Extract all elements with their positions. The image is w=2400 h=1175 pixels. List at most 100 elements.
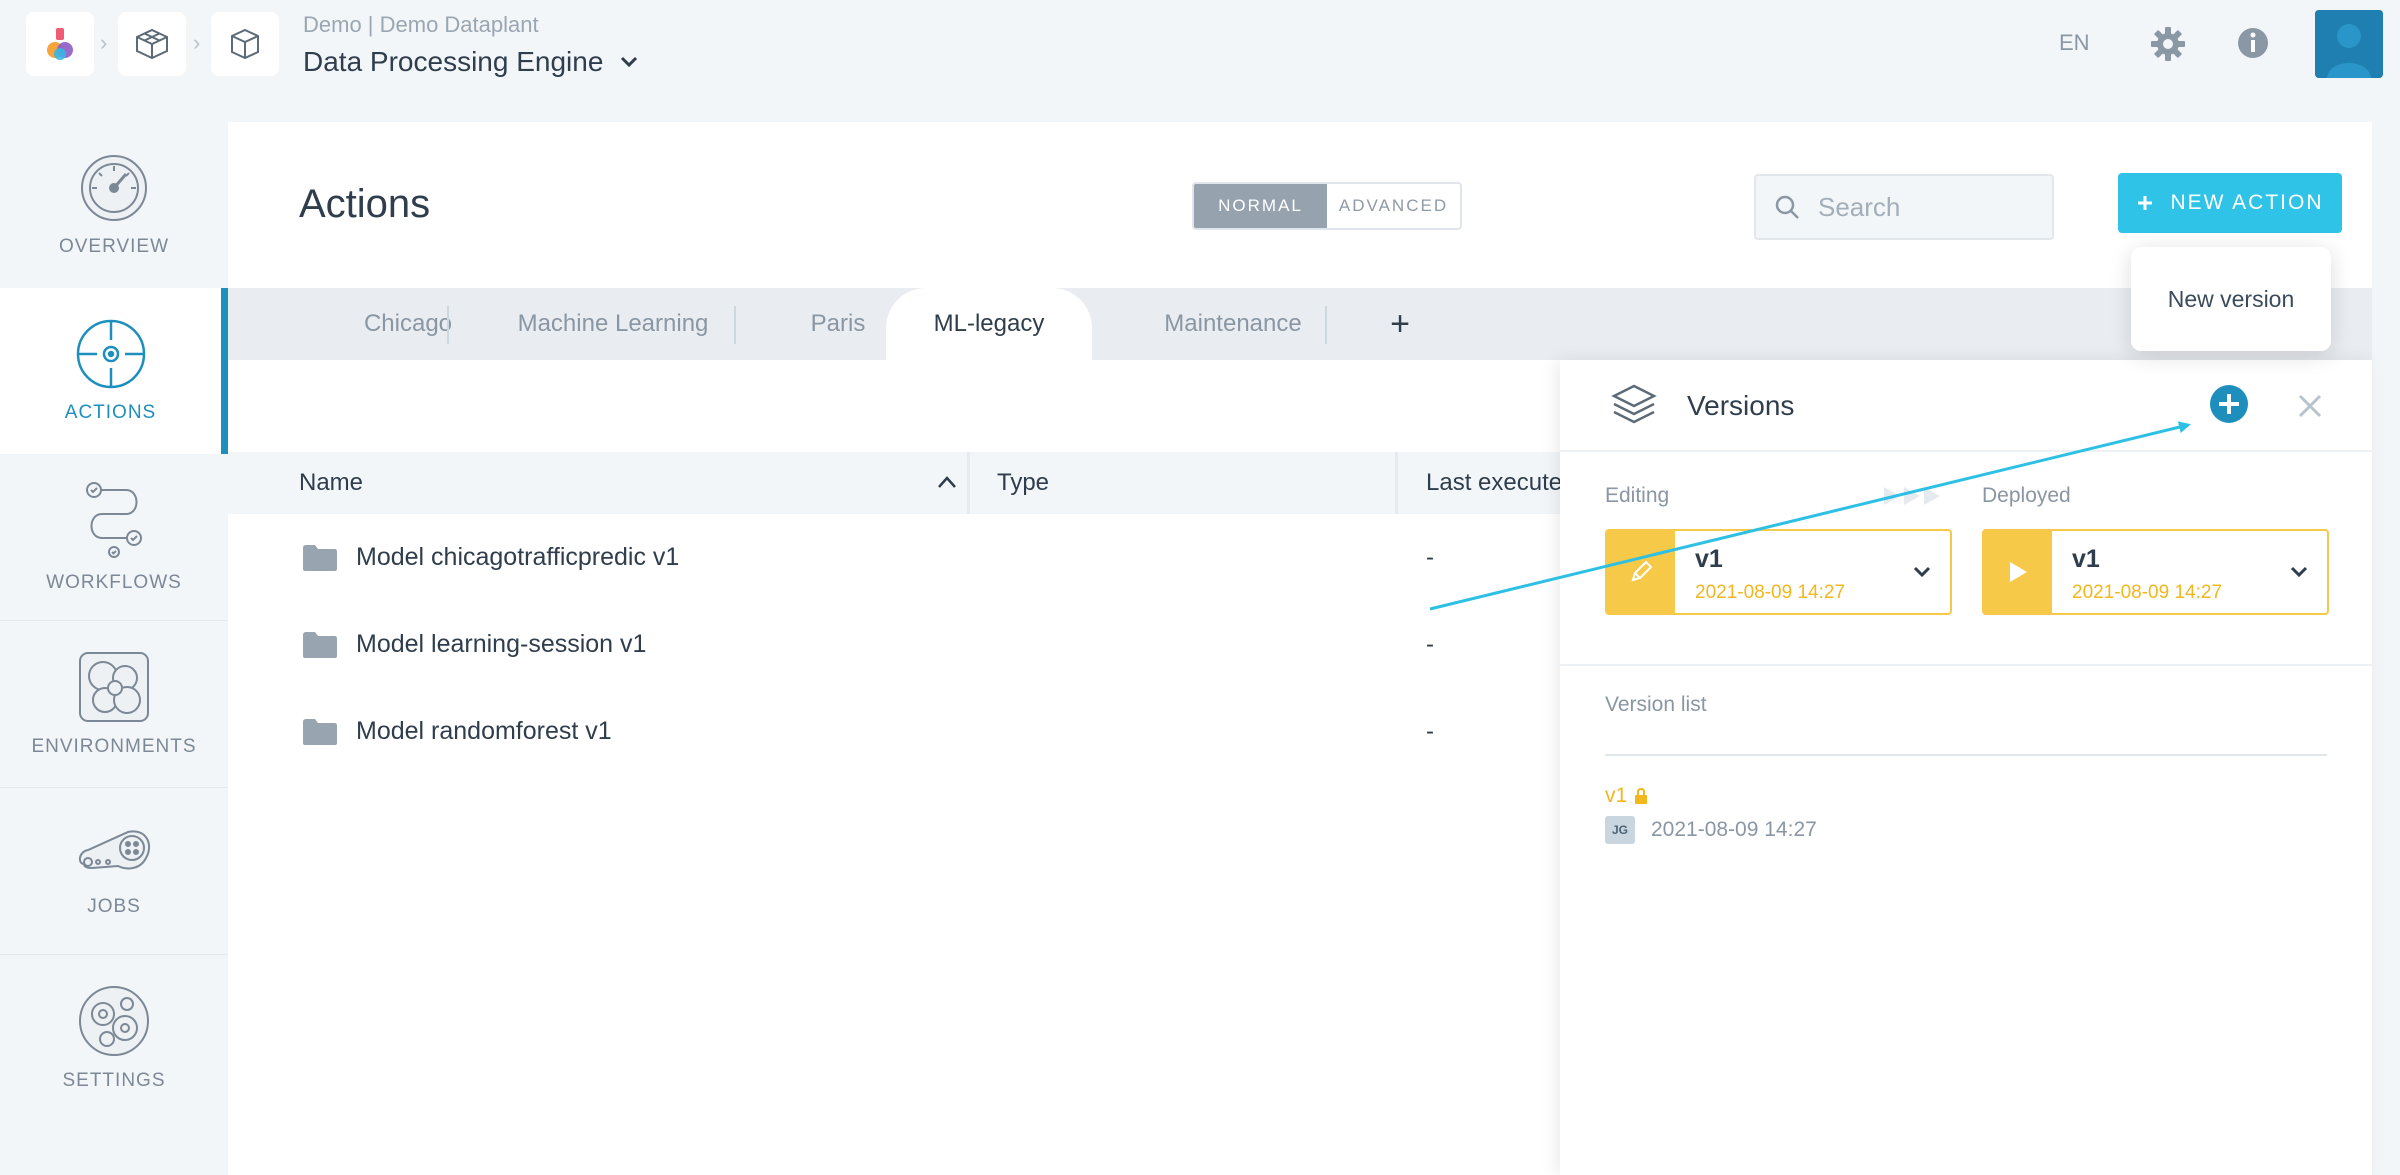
divider (1560, 664, 2372, 666)
chevron-down-icon (621, 56, 638, 68)
versions-header: Versions (1560, 360, 2372, 452)
sidebar-item-label: WORKFLOWS (46, 572, 182, 593)
tab-bar: Chicago Machine Learning Paris ML-legacy… (228, 288, 2372, 360)
versions-panel: Versions Editing Deployed v1 2021-08-09 … (1560, 360, 2372, 1175)
sort-ascending-icon[interactable] (936, 474, 958, 490)
info-icon (2238, 28, 2268, 58)
mode-toggle: NORMAL ADVANCED (1192, 182, 1462, 230)
deployed-version-selector[interactable]: v1 2021-08-09 14:27 (1982, 529, 2329, 615)
breadcrumb-organization[interactable] (118, 12, 186, 76)
editing-label: Editing (1605, 484, 1670, 507)
version-list-label: Version list (1605, 693, 1707, 716)
table-row[interactable]: Model randomforest v1 - (228, 688, 1564, 775)
gauge-icon (81, 155, 147, 221)
sidebar: OVERVIEW ACTIONS WORKFLOWS ENVIRONMENTS (0, 122, 228, 1122)
new-action-label: NEW ACTION (2170, 191, 2324, 214)
deploy-arrow-icon (1884, 487, 1940, 505)
tab-divider (1325, 306, 1327, 344)
sidebar-item-environments[interactable]: ENVIRONMENTS (0, 621, 228, 787)
search-input[interactable] (1818, 191, 2048, 223)
action-name: Model chicagotrafficpredic v1 (356, 543, 680, 571)
action-name: Model randomforest v1 (356, 717, 612, 745)
chevron-down-icon (1913, 566, 1931, 578)
organization-name: Demo | Demo Dataplant (303, 12, 539, 37)
editing-version-selector[interactable]: v1 2021-08-09 14:27 (1605, 529, 1952, 615)
project-name: Data Processing Engine (303, 46, 604, 77)
column-header-label: Last execute (1426, 469, 1563, 496)
plus-circle-icon (2210, 385, 2248, 423)
column-header-label: Type (997, 469, 1050, 496)
editing-version-date: 2021-08-09 14:27 (1695, 582, 1846, 603)
version-item-meta: JG 2021-08-09 14:27 (1605, 816, 1817, 844)
info-button[interactable] (2234, 24, 2272, 62)
version-item-date: 2021-08-09 14:27 (1651, 818, 1817, 841)
sidebar-item-label: ENVIRONMENTS (31, 736, 197, 757)
actions-target-icon (76, 319, 145, 389)
jobs-icon (78, 830, 151, 870)
version-list-item[interactable]: v1 (1605, 784, 1649, 808)
search-icon (1775, 195, 1799, 219)
new-action-button[interactable]: NEW ACTION (2118, 173, 2342, 233)
tab-divider (447, 306, 449, 344)
breadcrumb-separator: › (100, 30, 108, 55)
column-divider (967, 452, 970, 514)
breadcrumb-project[interactable] (211, 12, 279, 76)
user-avatar[interactable] (2315, 10, 2383, 78)
table-header: Name Type Last execute (228, 452, 1564, 514)
breadcrumb-separator: › (193, 30, 201, 55)
play-icon (2010, 562, 2027, 582)
user-initials-badge: JG (1605, 816, 1635, 844)
sidebar-item-jobs[interactable]: JOBS (0, 788, 228, 954)
gear-icon (2151, 27, 2185, 61)
sidebar-item-label: OVERVIEW (58, 236, 170, 257)
close-icon (2298, 394, 2322, 418)
environments-icon (79, 652, 149, 722)
mode-normal-button[interactable]: NORMAL (1194, 184, 1327, 228)
tab-machine-learning[interactable]: Machine Learning (463, 288, 763, 360)
action-name: Model learning-session v1 (356, 630, 647, 658)
plus-icon (2138, 196, 2153, 210)
column-header-name[interactable]: Name (299, 452, 363, 514)
deployed-version-date: 2021-08-09 14:27 (2072, 582, 2223, 603)
divider (1605, 754, 2327, 756)
last-executed-value: - (1426, 543, 1434, 571)
chevron-down-icon (2290, 566, 2308, 578)
tab-ml-legacy[interactable]: ML-legacy (886, 288, 1092, 360)
table-row[interactable]: Model chicagotrafficpredic v1 - (228, 514, 1564, 601)
pencil-icon (1631, 560, 1653, 582)
deployed-label: Deployed (1982, 484, 2071, 507)
version-item-name: v1 (1605, 784, 1628, 807)
add-tab-button[interactable]: + (1372, 288, 1428, 360)
sidebar-item-workflows[interactable]: WORKFLOWS (0, 454, 228, 620)
language-selector[interactable]: EN (2059, 30, 2090, 56)
new-version-tooltip: New version (2131, 247, 2331, 351)
cubes-icon (136, 28, 168, 60)
folder-icon (303, 544, 337, 571)
folder-icon (303, 718, 337, 745)
sidebar-item-settings[interactable]: SETTINGS (0, 955, 228, 1121)
versions-title: Versions (1687, 390, 1795, 421)
user-silhouette-icon (2315, 10, 2383, 78)
column-header-type[interactable]: Type (997, 452, 1049, 514)
add-version-button[interactable] (2209, 384, 2249, 424)
project-selector[interactable]: Data Processing Engine (303, 46, 639, 78)
search-box (1754, 174, 2054, 240)
column-divider (1395, 452, 1398, 514)
settings-button[interactable] (2148, 24, 2188, 64)
sidebar-item-overview[interactable]: OVERVIEW (0, 122, 228, 288)
sidebar-item-label: ACTIONS (64, 402, 157, 423)
layers-icon (1611, 384, 1657, 424)
tab-divider (734, 306, 736, 344)
column-header-last-executed[interactable]: Last execute (1426, 452, 1562, 514)
sidebar-item-label: JOBS (87, 896, 141, 917)
sidebar-item-actions[interactable]: ACTIONS (0, 288, 228, 454)
folder-icon (303, 631, 337, 658)
workflow-icon (86, 482, 142, 558)
deployed-version-name: v1 (2072, 545, 2100, 573)
mode-advanced-button[interactable]: ADVANCED (1327, 184, 1460, 228)
close-panel-button[interactable] (2296, 392, 2324, 420)
app-logo-icon (47, 28, 73, 60)
app-logo-button[interactable] (26, 12, 94, 76)
tab-maintenance[interactable]: Maintenance (1098, 288, 1368, 360)
table-row[interactable]: Model learning-session v1 - (228, 601, 1564, 688)
